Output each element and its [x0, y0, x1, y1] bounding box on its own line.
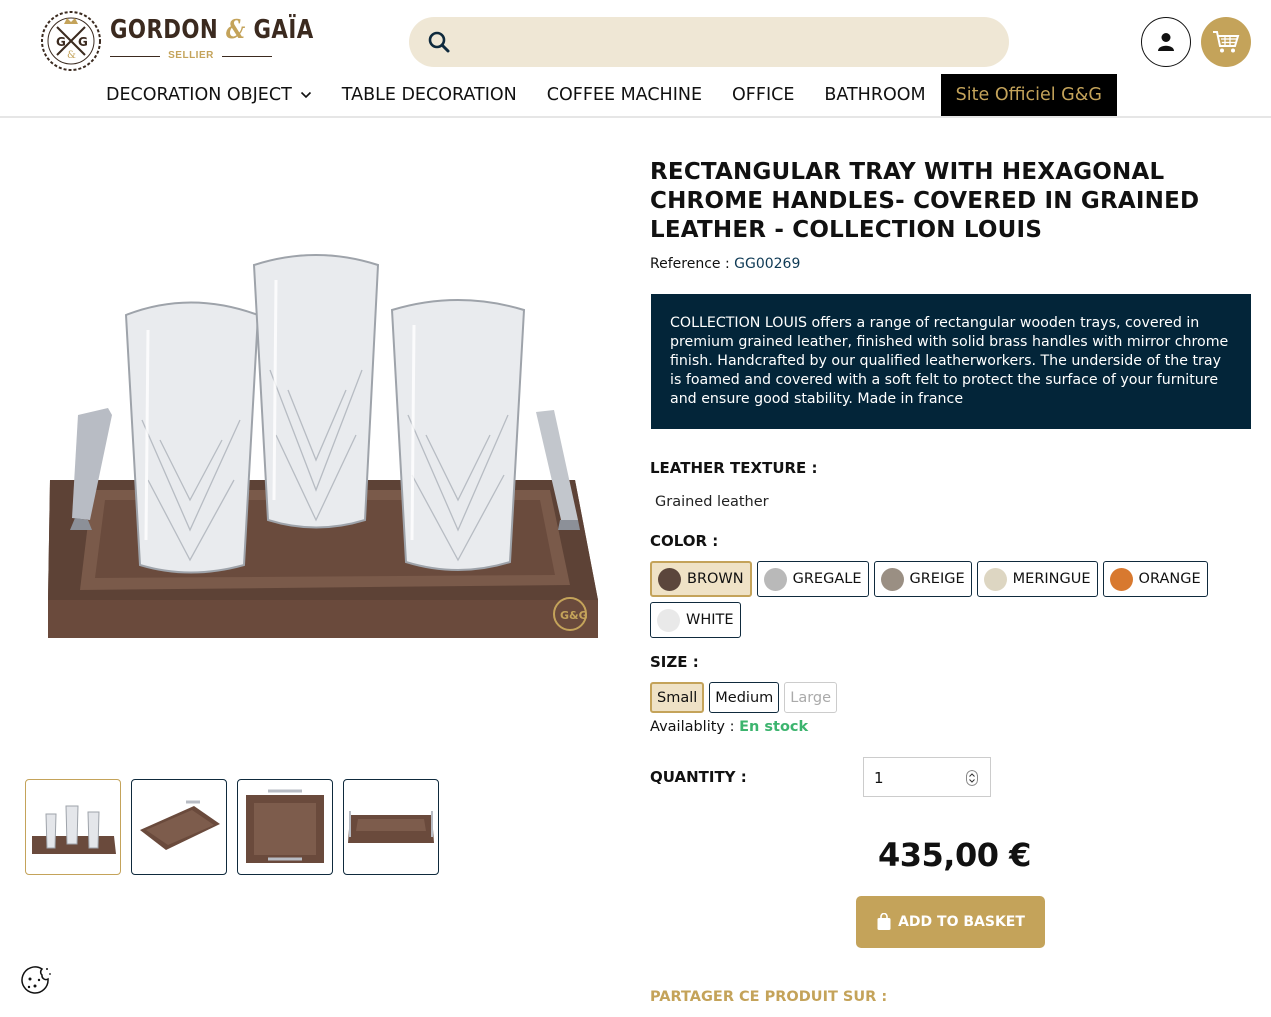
color-option-brown[interactable]: BROWN	[650, 561, 752, 597]
size-label: SIZE :	[650, 653, 699, 671]
nav-item-table-decoration[interactable]: TABLE DECORATION	[327, 74, 532, 116]
thumbnail-1[interactable]	[25, 779, 121, 875]
brand-name: GORDON & GAÏA	[110, 15, 314, 45]
quantity-value: 1	[874, 769, 884, 787]
thumbnail-strip	[25, 779, 439, 875]
color-swatch	[880, 567, 904, 591]
search-icon[interactable]	[427, 30, 451, 54]
add-to-basket-button[interactable]: ADD TO BASKET	[856, 896, 1045, 948]
availability: Availablity : En stock	[650, 719, 808, 735]
site-logo[interactable]: G G & GORDON & GAÏA SELLIER	[40, 10, 358, 72]
thumbnail-image	[348, 811, 434, 843]
color-swatch	[1109, 567, 1133, 591]
svg-text:G&G: G&G	[560, 609, 588, 622]
color-option-label: BROWN	[687, 571, 744, 587]
user-icon	[1158, 33, 1174, 51]
product-title: RECTANGULAR TRAY WITH HEXAGONAL CHROME H…	[650, 159, 1200, 243]
thumbnail-3[interactable]	[237, 779, 333, 875]
svg-text:&: &	[67, 50, 76, 61]
thumbnail-image	[32, 805, 116, 854]
color-option-label: WHITE	[686, 612, 734, 628]
cart-button[interactable]	[1201, 17, 1251, 67]
nav-item-office[interactable]: OFFICE	[717, 74, 809, 116]
thumbnail-image	[246, 789, 324, 863]
color-swatch	[658, 567, 681, 591]
reference-label: Reference :	[650, 256, 730, 272]
color-swatch	[657, 608, 680, 632]
reference-value: GG00269	[734, 256, 801, 272]
search-input[interactable]	[465, 27, 985, 57]
color-swatch	[763, 567, 787, 591]
thumbnail-image	[140, 800, 220, 850]
product-main-image[interactable]: G&G	[30, 200, 610, 670]
color-swatch	[983, 567, 1007, 591]
color-option-white[interactable]: WHITE	[650, 602, 741, 638]
brand-wordmark: GORDON & GAÏA SELLIER	[110, 15, 358, 67]
logo-emblem-icon: G G &	[41, 11, 101, 71]
svg-text:G: G	[56, 35, 66, 49]
product-price: 435,00 €	[878, 836, 1031, 874]
color-option-greige[interactable]: GREIGE	[873, 561, 972, 597]
color-options: BROWN GREGALE GREIGE MERINGUE ORANGE WHI…	[650, 561, 1250, 638]
site-header: G G & GORDON & GAÏA SELLIER DECORATION O…	[0, 0, 1271, 118]
thumbnail-4[interactable]	[343, 779, 439, 875]
color-option-label: MERINGUE	[1012, 571, 1091, 587]
spinner-icon[interactable]	[966, 770, 978, 786]
nav-item-official-site[interactable]: Site Officiel G&G	[940, 74, 1117, 116]
color-option-label: GREGALE	[792, 571, 862, 587]
size-option-small[interactable]: Small	[650, 682, 705, 713]
nav-item-decoration-object[interactable]: DECORATION OBJECT	[91, 74, 327, 116]
size-option-medium[interactable]: Medium	[709, 682, 780, 713]
svg-text:G: G	[78, 35, 88, 49]
color-option-meringue[interactable]: MERINGUE	[976, 561, 1098, 597]
texture-value: Grained leather	[655, 494, 769, 510]
nav-item-bathroom[interactable]: BATHROOM	[809, 74, 940, 116]
product-reference: Reference : GG00269	[650, 256, 800, 272]
search-bar[interactable]	[409, 17, 1009, 67]
share-label: PARTAGER CE PRODUIT SUR :	[650, 989, 888, 1005]
color-option-gregale[interactable]: GREGALE	[756, 561, 869, 597]
texture-label: LEATHER TEXTURE :	[650, 459, 818, 477]
nav-item-label: DECORATION OBJECT	[106, 85, 292, 105]
quantity-stepper[interactable]: 1	[863, 757, 991, 797]
cookie-icon[interactable]	[20, 965, 52, 997]
brand-subtitle: SELLIER	[110, 50, 272, 61]
product-description: COLLECTION LOUIS offers a range of recta…	[651, 294, 1251, 429]
availability-label: Availablity :	[650, 719, 735, 735]
shopping-cart-icon	[1213, 31, 1240, 53]
color-label: COLOR :	[650, 532, 719, 550]
color-option-orange[interactable]: ORANGE	[1102, 561, 1208, 597]
size-option-large[interactable]: Large	[784, 682, 838, 713]
add-to-basket-label: ADD TO BASKET	[898, 914, 1025, 930]
color-option-label: GREIGE	[909, 571, 965, 587]
size-options: Small Medium Large	[650, 682, 838, 713]
availability-status: En stock	[739, 719, 809, 735]
thumbnail-2[interactable]	[131, 779, 227, 875]
color-option-label: ORANGE	[1138, 571, 1201, 587]
account-button[interactable]	[1141, 17, 1191, 67]
quantity-label: QUANTITY :	[650, 768, 747, 786]
shopping-bag-icon	[877, 913, 891, 930]
nav-item-coffee-machine[interactable]: COFFEE MACHINE	[532, 74, 717, 116]
main-nav: DECORATION OBJECT TABLE DECORATION COFFE…	[91, 74, 1117, 116]
chevron-down-icon	[300, 91, 311, 99]
